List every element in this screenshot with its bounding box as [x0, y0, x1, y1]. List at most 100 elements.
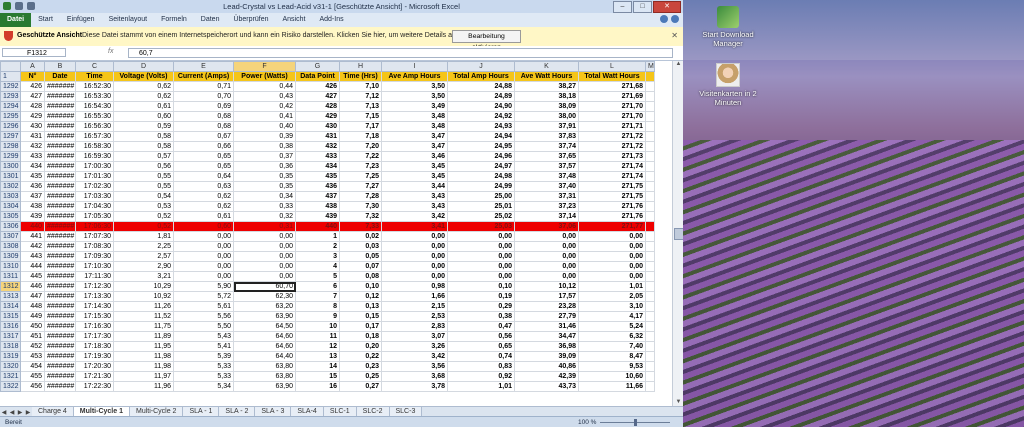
zoom-knob[interactable]	[634, 419, 637, 426]
column-header[interactable]: D	[113, 61, 174, 72]
table-cell[interactable]: 3,07	[381, 331, 448, 342]
table-cell[interactable]: 3,50	[381, 81, 448, 92]
table-cell[interactable]: 0,00	[578, 231, 646, 242]
table-cell[interactable]: 17:14:30	[75, 301, 114, 312]
header-cell[interactable]: Time	[75, 71, 114, 82]
table-cell[interactable]: #######	[44, 281, 76, 292]
table-cell[interactable]: 38,27	[514, 81, 579, 92]
table-cell[interactable]: 9,53	[578, 361, 646, 372]
table-cell[interactable]: #######	[44, 251, 76, 262]
table-cell[interactable]: 37,48	[514, 171, 579, 182]
column-header[interactable]: K	[514, 61, 579, 72]
table-cell[interactable]: #######	[44, 381, 76, 392]
ribbon-tab[interactable]: Datei	[0, 13, 32, 27]
table-cell[interactable]	[645, 271, 655, 282]
table-cell[interactable]: 0,00	[514, 271, 579, 282]
table-cell[interactable]: 0,62	[113, 81, 174, 92]
table-cell[interactable]: 43,73	[514, 381, 579, 392]
table-cell[interactable]: 1,66	[381, 291, 448, 302]
table-cell[interactable]: 433	[20, 151, 45, 162]
table-cell[interactable]	[645, 81, 655, 92]
table-cell[interactable]: 13	[295, 351, 340, 362]
table-cell[interactable]	[645, 261, 655, 272]
table-cell[interactable]: #######	[44, 271, 76, 282]
table-cell[interactable]: 17:02:30	[75, 181, 114, 192]
table-cell[interactable]: #######	[44, 241, 76, 252]
table-cell[interactable]: 16:57:30	[75, 131, 114, 142]
table-cell[interactable]: #######	[44, 121, 76, 132]
first-sheet-icon[interactable]: ◀	[0, 409, 8, 416]
table-cell[interactable]: 0,42	[233, 101, 296, 112]
table-cell[interactable]: 0,57	[113, 151, 174, 162]
table-cell[interactable]: 17:16:30	[75, 321, 114, 332]
table-cell[interactable]: 16:53:30	[75, 91, 114, 102]
table-cell[interactable]: 0,62	[173, 201, 234, 212]
table-cell[interactable]: 0,64	[173, 171, 234, 182]
row-number[interactable]: 1313	[0, 291, 21, 302]
table-cell[interactable]: 0,31	[233, 221, 296, 232]
table-cell[interactable]	[645, 151, 655, 162]
header-cell[interactable]: Total Watt Hours	[578, 71, 646, 82]
table-cell[interactable]: 3,26	[381, 341, 448, 352]
row-number[interactable]: 1296	[0, 121, 21, 132]
table-cell[interactable]: 7	[295, 291, 340, 302]
table-cell[interactable]: 0,20	[339, 341, 382, 352]
table-cell[interactable]: #######	[44, 81, 76, 92]
table-cell[interactable]: 5,43	[173, 331, 234, 342]
table-cell[interactable]: 39,09	[514, 351, 579, 362]
fx-icon[interactable]: fx	[70, 48, 126, 58]
table-cell[interactable]: 434	[295, 161, 340, 172]
table-cell[interactable]: 0,61	[113, 101, 174, 112]
table-cell[interactable]: 429	[295, 111, 340, 122]
table-cell[interactable]: 11,98	[113, 361, 174, 372]
table-cell[interactable]: 271,74	[578, 171, 646, 182]
table-cell[interactable]	[645, 111, 655, 122]
last-sheet-icon[interactable]: ▶	[24, 409, 32, 416]
table-cell[interactable]: 17:07:30	[75, 231, 114, 242]
table-cell[interactable]: 438	[295, 201, 340, 212]
table-cell[interactable]: #######	[44, 131, 76, 142]
table-cell[interactable]: 439	[20, 211, 45, 222]
table-cell[interactable]: 7,10	[339, 81, 382, 92]
table-cell[interactable]: #######	[44, 371, 76, 382]
table-cell[interactable]: 0,12	[339, 291, 382, 302]
table-cell[interactable]: 5,50	[173, 321, 234, 332]
table-cell[interactable]: 8	[295, 301, 340, 312]
table-cell[interactable]: 455	[20, 371, 45, 382]
table-cell[interactable]: 11,96	[113, 381, 174, 392]
column-header[interactable]: G	[295, 61, 340, 72]
table-cell[interactable]: 436	[295, 181, 340, 192]
table-cell[interactable]: 63,20	[233, 301, 296, 312]
ribbon-tab[interactable]: Formeln	[154, 13, 194, 27]
table-cell[interactable]: 1,01	[447, 381, 515, 392]
table-cell[interactable]: 0,52	[113, 211, 174, 222]
table-cell[interactable]	[645, 351, 655, 362]
table-cell[interactable]: #######	[44, 261, 76, 272]
row-number[interactable]: 1312	[0, 281, 21, 292]
table-cell[interactable]: 426	[20, 81, 45, 92]
table-cell[interactable]: 441	[20, 231, 45, 242]
table-cell[interactable]: 7,15	[339, 111, 382, 122]
table-cell[interactable]: 24,96	[447, 151, 515, 162]
active-cell[interactable]: 60,70	[233, 281, 296, 292]
table-cell[interactable]: 64,60	[233, 331, 296, 342]
column-header[interactable]: L	[578, 61, 646, 72]
table-cell[interactable]: 25,03	[447, 221, 515, 232]
table-cell[interactable]: 0,00	[447, 261, 515, 272]
table-cell[interactable]: 0,83	[447, 361, 515, 372]
table-cell[interactable]: 6,32	[578, 331, 646, 342]
table-cell[interactable]	[645, 161, 655, 172]
row-number[interactable]: 1318	[0, 341, 21, 352]
table-cell[interactable]: 11,52	[113, 311, 174, 322]
table-cell[interactable]: 0,33	[233, 201, 296, 212]
table-cell[interactable]: #######	[44, 191, 76, 202]
table-cell[interactable]: 37,23	[514, 201, 579, 212]
table-cell[interactable]: 63,90	[233, 381, 296, 392]
table-cell[interactable]: 17:17:30	[75, 331, 114, 342]
row-number[interactable]: 1295	[0, 111, 21, 122]
table-cell[interactable]: 0,00	[514, 251, 579, 262]
table-cell[interactable]: 17:13:30	[75, 291, 114, 302]
table-cell[interactable]: 0,23	[339, 361, 382, 372]
table-cell[interactable]: 0,00	[381, 261, 448, 272]
row-number[interactable]: 1316	[0, 321, 21, 332]
